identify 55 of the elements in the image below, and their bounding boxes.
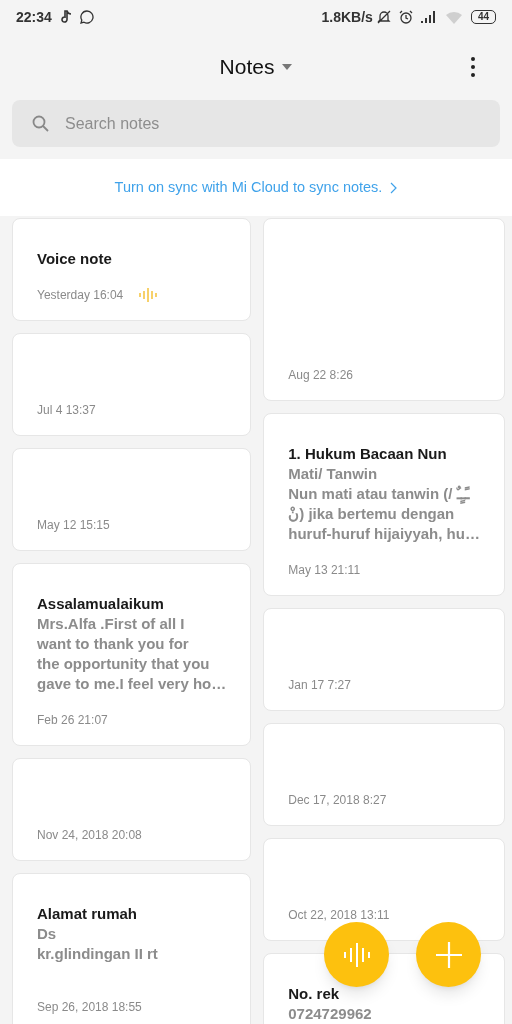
note-card[interactable]: Nov 24, 2018 20:08 [12, 758, 252, 861]
note-card[interactable]: Jan 17 7:27 [263, 608, 505, 711]
note-date: Sep 26, 2018 18:55 [37, 999, 142, 1016]
note-title: 1. Hukum Bacaan Nun [288, 444, 448, 464]
plus-icon [435, 941, 462, 968]
waveform-icon [342, 942, 371, 967]
note-card[interactable]: Alamat rumah Ds kr.glindingan II rt Sep 26, 2018 18:55 [12, 873, 252, 1024]
note-snippet: Mrs.Alfa .First of all I [37, 614, 186, 634]
waveform-icon [139, 288, 158, 302]
note-title: Alamat rumah [37, 904, 139, 924]
more-icon[interactable] [471, 57, 475, 77]
music-note-icon [59, 10, 72, 24]
note-card[interactable]: Voice note Yesterday 16:04 [12, 218, 252, 321]
note-card[interactable]: Oct 22, 2018 13:11 [263, 838, 505, 941]
chevron-right-icon[interactable] [390, 181, 398, 194]
note-date: May 13 21:11 [288, 562, 361, 579]
muted-bell-icon [376, 10, 391, 24]
network-speed: 1.8KB/s [321, 7, 373, 27]
note-date: Yesterday 16:04 [37, 287, 124, 304]
note-title: Voice note [37, 249, 113, 269]
note-snippet: huruf-huruf hijaiyyah, hu… [288, 524, 480, 544]
note-date: Nov 24, 2018 20:08 [37, 827, 142, 844]
note-snippet: 0724729962 [288, 1004, 373, 1024]
note-snippet: gave to me.I feel very ho… [37, 674, 227, 694]
note-card[interactable]: Assalamualaikum Mrs.Alfa .First of all I want to thank you for the opportunity that you gave to me.I feel very ho… Feb 26 21:07 [12, 563, 252, 746]
note-snippet: Nun mati atau tanwin (/ ـًـٍـٌ [288, 484, 471, 504]
note-date: Dec 17, 2018 8:27 [288, 792, 387, 809]
note-card[interactable]: Jul 4 13:37 [12, 333, 252, 436]
status-time: 22:34 [16, 7, 52, 27]
note-title: No. rek [288, 984, 341, 1004]
note-snippet: kr.glindingan II rt [37, 944, 159, 964]
battery-indicator: 44 [470, 10, 496, 24]
search-field[interactable]: Search notes [12, 100, 500, 147]
note-date: Oct 22, 2018 13:11 [288, 907, 390, 924]
note-snippet: Mati/ Tanwin [288, 464, 379, 484]
notes-title[interactable]: Notes [219, 51, 275, 83]
wifi-icon [444, 10, 463, 24]
note-date: May 12 15:15 [37, 517, 110, 534]
note-date: Aug 22 8:26 [288, 367, 353, 384]
note-snippet: نْ) jika bertemu dengan [288, 504, 456, 524]
note-snippet: Ds [37, 924, 58, 944]
signal-icon [420, 11, 437, 23]
note-card[interactable]: May 12 15:15 [12, 448, 252, 551]
dropdown-icon[interactable] [282, 64, 293, 70]
note-title: Assalamualaikum [37, 594, 165, 614]
note-date: Jan 17 7:27 [288, 677, 351, 694]
note-snippet: want to thank you for [37, 634, 190, 654]
chat-icon [79, 10, 94, 24]
note-date: Jul 4 13:37 [37, 402, 96, 419]
search-icon [32, 115, 49, 132]
alarm-icon [398, 10, 413, 24]
note-card[interactable]: Aug 22 8:26 [263, 218, 505, 401]
note-card[interactable]: Dec 17, 2018 8:27 [263, 723, 505, 826]
note-snippet: the opportunity that you [37, 654, 211, 674]
note-date: Feb 26 21:07 [37, 712, 108, 729]
